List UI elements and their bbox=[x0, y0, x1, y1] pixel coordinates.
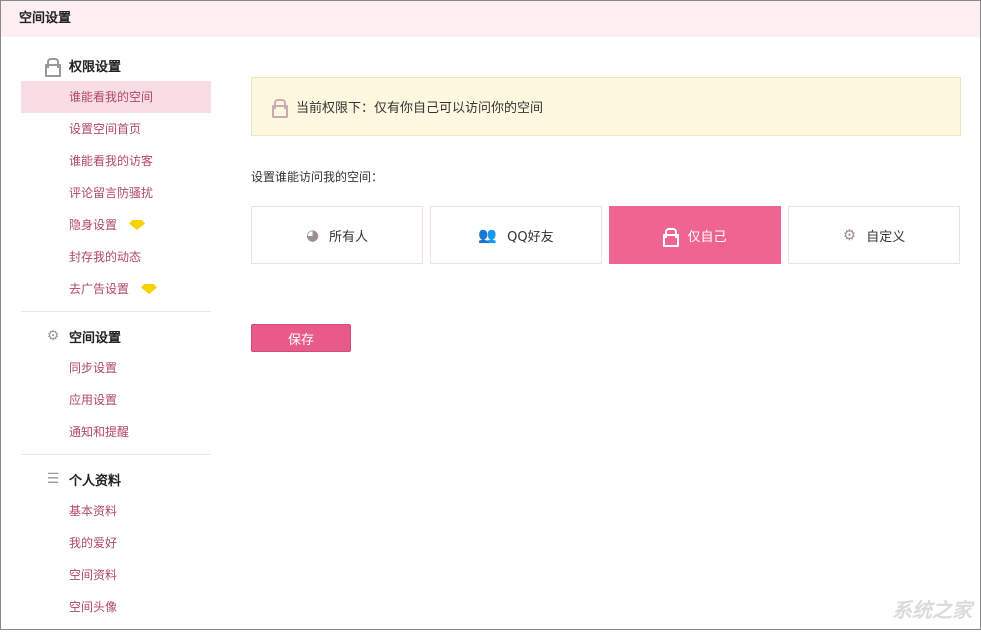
option-qq-friends[interactable]: 👥 QQ好友 bbox=[430, 206, 602, 264]
gear-icon: ⚙ bbox=[843, 226, 856, 244]
sidebar: 权限设置 谁能看我的空间 设置空间首页 谁能看我的访客 评论留言防骚扰 隐身设置… bbox=[21, 49, 211, 637]
sidebar-item-visitors[interactable]: 谁能看我的访客 bbox=[21, 145, 211, 177]
watermark-logo: 系统之家 bbox=[892, 594, 972, 623]
item-label: 谁能看我的访客 bbox=[69, 145, 153, 177]
access-label: 设置谁能访问我的空间： bbox=[251, 168, 961, 185]
sidebar-item-who-can-view[interactable]: 谁能看我的空间 bbox=[21, 81, 211, 113]
group-header: 权限设置 bbox=[21, 49, 211, 81]
sidebar-item-no-ads[interactable]: 去广告设置 bbox=[21, 273, 211, 305]
item-label: 隐身设置 bbox=[69, 209, 117, 241]
group-title: 空间设置 bbox=[69, 327, 121, 346]
sidebar-item-avatar[interactable]: 空间头像 bbox=[21, 591, 211, 623]
item-label: 同步设置 bbox=[69, 352, 117, 384]
option-label: 仅自己 bbox=[687, 226, 726, 245]
page-title: 空间设置 bbox=[19, 11, 71, 26]
item-label: 空间资料 bbox=[69, 559, 117, 591]
option-everyone[interactable]: ◕ 所有人 bbox=[251, 206, 423, 264]
sidebar-item-basic[interactable]: 基本资料 bbox=[21, 495, 211, 527]
item-label: 谁能看我的空间 bbox=[69, 81, 153, 113]
sidebar-item-homepage[interactable]: 设置空间首页 bbox=[21, 113, 211, 145]
option-custom[interactable]: ⚙ 自定义 bbox=[788, 206, 960, 264]
sidebar-item-space-info[interactable]: 空间资料 bbox=[21, 559, 211, 591]
group-space-settings: ⚙ 空间设置 同步设置 应用设置 通知和提醒 bbox=[21, 320, 211, 455]
sidebar-item-archive[interactable]: 封存我的动态 bbox=[21, 241, 211, 273]
diamond-icon bbox=[129, 220, 145, 230]
group-title: 个人资料 bbox=[69, 470, 121, 489]
group-header: ⚙ 空间设置 bbox=[21, 320, 211, 352]
sidebar-item-sync[interactable]: 同步设置 bbox=[21, 352, 211, 384]
lock-icon bbox=[663, 228, 675, 243]
item-label: 我的爱好 bbox=[69, 527, 117, 559]
access-options: ◕ 所有人 👥 QQ好友 仅自己 ⚙ 自定义 bbox=[251, 206, 961, 264]
option-label: 自定义 bbox=[866, 226, 905, 245]
group-permissions: 权限设置 谁能看我的空间 设置空间首页 谁能看我的访客 评论留言防骚扰 隐身设置… bbox=[21, 49, 211, 312]
profile-icon: ☰ bbox=[43, 471, 63, 487]
lock-icon bbox=[272, 99, 284, 114]
option-only-me[interactable]: 仅自己 bbox=[609, 206, 781, 264]
lock-icon bbox=[45, 58, 59, 72]
item-label: 封存我的动态 bbox=[69, 241, 141, 273]
diamond-icon bbox=[141, 284, 157, 294]
item-label: 设置空间首页 bbox=[69, 113, 141, 145]
item-label: 应用设置 bbox=[69, 384, 117, 416]
permission-notice: 当前权限下：仅有你自己可以访问你的空间 bbox=[251, 77, 961, 136]
item-label: 通知和提醒 bbox=[69, 416, 129, 448]
item-label: 去广告设置 bbox=[69, 273, 129, 305]
item-label: 空间头像 bbox=[69, 591, 117, 623]
notice-text: 当前权限下：仅有你自己可以访问你的空间 bbox=[296, 97, 543, 116]
item-label: 评论留言防骚扰 bbox=[69, 177, 153, 209]
sidebar-item-anti-harass[interactable]: 评论留言防骚扰 bbox=[21, 177, 211, 209]
item-label: 基本资料 bbox=[69, 495, 117, 527]
sidebar-item-invisible[interactable]: 隐身设置 bbox=[21, 209, 211, 241]
friends-icon: 👥 bbox=[478, 226, 497, 244]
main-panel: 当前权限下：仅有你自己可以访问你的空间 设置谁能访问我的空间： ◕ 所有人 👥 QQ… bbox=[251, 77, 961, 352]
sidebar-item-notify[interactable]: 通知和提醒 bbox=[21, 416, 211, 448]
group-profile: ☰ 个人资料 基本资料 我的爱好 空间资料 空间头像 bbox=[21, 463, 211, 629]
sidebar-item-hobbies[interactable]: 我的爱好 bbox=[21, 527, 211, 559]
save-button[interactable]: 保存 bbox=[251, 324, 351, 352]
option-label: 所有人 bbox=[329, 226, 368, 245]
page-header: 空间设置 bbox=[1, 1, 980, 37]
plugin-icon: ⚙ bbox=[43, 328, 63, 344]
globe-icon: ◕ bbox=[306, 226, 319, 244]
group-title: 权限设置 bbox=[69, 56, 121, 75]
group-header: ☰ 个人资料 bbox=[21, 463, 211, 495]
option-label: QQ好友 bbox=[507, 226, 553, 245]
sidebar-item-apps[interactable]: 应用设置 bbox=[21, 384, 211, 416]
